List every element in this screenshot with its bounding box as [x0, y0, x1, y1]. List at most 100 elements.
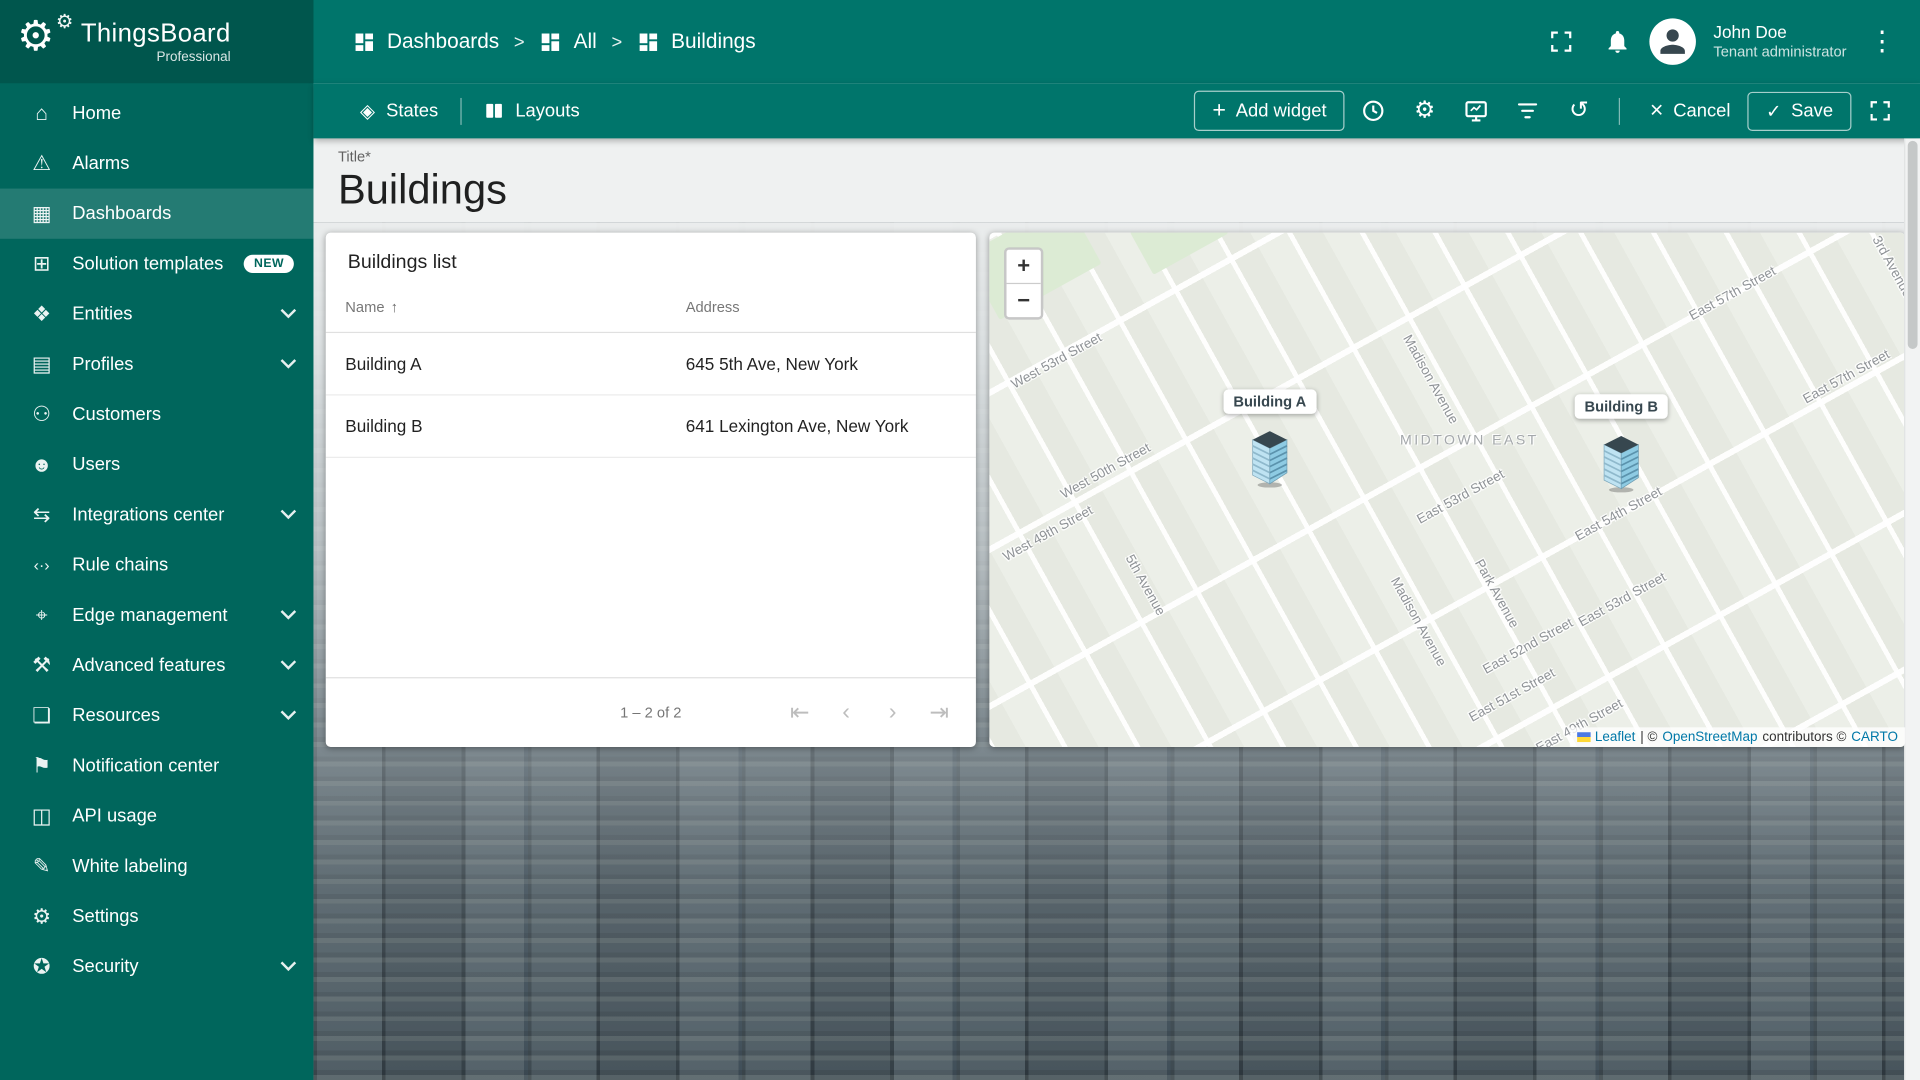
table-row[interactable]: Building A 645 5th Ave, New York — [325, 332, 976, 396]
last-page-button[interactable]: ⇥ — [920, 693, 959, 732]
sidebar-item-solution-templates[interactable]: ⊞ Solution templates NEW — [0, 239, 313, 289]
dashboard-settings-button[interactable]: ⚙ — [1401, 89, 1448, 133]
time-window-button[interactable] — [1350, 89, 1397, 133]
street-label: East 51st Street — [1466, 665, 1558, 726]
street-label: East 57th Street — [1686, 264, 1779, 324]
chevron-down-icon — [280, 654, 297, 670]
add-widget-label: Add widget — [1235, 100, 1327, 122]
sidebar-item-dashboards[interactable]: ▦ Dashboards — [0, 188, 314, 239]
street-label: East 54th Street — [1572, 484, 1665, 545]
chevron-down-icon — [280, 302, 297, 319]
column-label: Address — [685, 298, 740, 317]
logo[interactable]: ⚙ ⚙ ThingsBoard Professional — [0, 0, 314, 84]
entities-icon: ❖ — [32, 301, 51, 326]
save-button[interactable]: ✓ Save — [1747, 91, 1852, 131]
dashboards-icon: ▦ — [31, 201, 52, 225]
park-area — [1129, 232, 1229, 275]
filter-icon — [1517, 103, 1538, 119]
version-history-button[interactable]: ↺ — [1556, 89, 1603, 133]
layouts-button[interactable]: Layouts — [474, 93, 590, 129]
sidebar-item-label: Rule chains — [72, 554, 169, 576]
sidebar-item-settings[interactable]: ⚙ Settings — [0, 891, 313, 941]
table-header-row: Name ↑ Address — [325, 286, 976, 334]
sidebar-item-label: Home — [72, 102, 122, 124]
sidebar-item-profiles[interactable]: ▤ Profiles — [0, 339, 313, 389]
add-widget-button[interactable]: + Add widget — [1193, 90, 1345, 132]
leaflet-link[interactable]: Leaflet — [1595, 730, 1635, 745]
buildings-table: Name ↑ Address Building A 645 5th Ave, Ne… — [325, 286, 976, 459]
filters-button[interactable] — [1504, 89, 1551, 133]
breadcrumb-item-dashboards[interactable]: Dashboards — [353, 29, 499, 53]
sidebar-item-edge-management[interactable]: ⌖ Edge management — [0, 590, 313, 640]
sidebar-item-security[interactable]: ✪ Security — [0, 942, 313, 992]
user-info[interactable]: John Doe Tenant administrator — [1713, 21, 1846, 62]
sidebar-item-notification-center[interactable]: ⚑ Notification center — [0, 741, 313, 791]
bell-icon — [1608, 30, 1627, 53]
scrollbar-thumb[interactable] — [1907, 140, 1918, 349]
sidebar-item-label: Dashboards — [72, 203, 172, 225]
sidebar-item-advanced-features[interactable]: ⚒ Advanced features — [0, 640, 313, 690]
vertical-scrollbar[interactable] — [1904, 138, 1920, 1080]
street-label: East 52nd Street — [1480, 615, 1576, 678]
zoom-out-button[interactable]: − — [1006, 282, 1041, 317]
cancel-button[interactable]: × Cancel — [1638, 92, 1743, 130]
leaflet-map[interactable]: West 53rd Street West 50th Street West 4… — [989, 232, 1906, 748]
openstreetmap-link[interactable]: OpenStreetMap — [1662, 730, 1757, 745]
building-icon — [1603, 436, 1639, 493]
users-icon: ☻ — [30, 452, 53, 476]
cell-name: Building A — [325, 332, 667, 396]
fullscreen-icon — [1869, 101, 1890, 121]
save-label: Save — [1791, 100, 1834, 122]
breadcrumb-item-buildings[interactable]: Buildings — [637, 29, 756, 53]
sidebar-item-customers[interactable]: ⚇ Customers — [0, 389, 313, 439]
street-label: West 53rd Street — [1009, 330, 1105, 393]
sidebar-item-label: White labeling — [72, 855, 188, 877]
chevron-down-icon — [280, 604, 297, 620]
breadcrumb-label: All — [573, 29, 597, 53]
paginator: 1 – 2 of 2 ⇤ ‹ › ⇥ — [325, 677, 976, 747]
sidebar-item-label: Customers — [72, 404, 162, 425]
street-label: Park Avenue — [1471, 557, 1522, 631]
sidebar-item-home[interactable]: ⌂ Home — [0, 88, 313, 138]
breadcrumb-item-all[interactable]: All — [539, 29, 597, 53]
sidebar-item-resources[interactable]: ❏ Resources — [0, 691, 313, 741]
toolbar-actions: + Add widget ⚙ ↺ × Cancel ✓ Save — [1193, 89, 1903, 133]
dashboard-title-field[interactable]: Title* Buildings — [313, 138, 1920, 223]
entity-aliases-button[interactable] — [1453, 89, 1500, 133]
more-menu-button[interactable]: ⋮ — [1861, 17, 1903, 66]
chevron-down-icon — [280, 503, 297, 520]
first-page-button[interactable]: ⇤ — [780, 693, 819, 732]
sidebar-item-users[interactable]: ☻ Users — [0, 440, 313, 490]
next-page-button[interactable]: › — [873, 693, 912, 732]
zoom-in-button[interactable]: + — [1007, 250, 1041, 283]
fullscreen-button[interactable] — [1537, 17, 1586, 66]
dashboard-grid-icon — [542, 32, 560, 51]
sidebar-item-alarms[interactable]: ⚠ Alarms — [0, 138, 313, 188]
sidebar-item-entities[interactable]: ❖ Entities — [0, 289, 313, 339]
main-area: Dashboards > All > Buildings John Doe Te… — [313, 0, 1920, 1080]
carto-link[interactable]: CARTO — [1851, 730, 1898, 745]
marker-label: Building A — [1223, 389, 1317, 414]
table-row[interactable]: Building B 641 Lexington Ave, New York — [325, 395, 976, 459]
column-header-name[interactable]: Name ↑ — [325, 286, 667, 334]
buildings-list-widget[interactable]: Buildings list Name ↑ Address Building A… — [325, 232, 976, 748]
notifications-button[interactable] — [1593, 17, 1642, 66]
sidebar-item-rule-chains[interactable]: ‹·› Rule chains — [0, 540, 313, 590]
range-label: 1 – 2 of 2 — [620, 704, 682, 722]
layouts-label: Layouts — [515, 100, 580, 122]
sidebar-item-white-labeling[interactable]: ✎ White labeling — [0, 841, 313, 891]
sidebar-item-label: Solution templates — [72, 253, 224, 275]
integrations-icon: ⇆ — [32, 502, 51, 526]
solution-templates-icon: ⊞ — [32, 251, 51, 275]
sidebar-item-label: Edge management — [72, 604, 228, 626]
advanced-features-icon: ⚒ — [32, 653, 51, 677]
previous-page-button[interactable]: ‹ — [827, 693, 866, 732]
column-header-address[interactable]: Address — [666, 286, 976, 334]
sidebar-item-api-usage[interactable]: ◫ API usage — [0, 791, 313, 841]
states-button[interactable]: ◈ States — [350, 91, 448, 130]
avatar[interactable] — [1649, 18, 1697, 65]
sidebar-item-label: Resources — [72, 705, 161, 727]
sidebar-item-label: Entities — [72, 303, 133, 325]
sidebar-item-integrations-center[interactable]: ⇆ Integrations center — [0, 490, 313, 540]
toolbar-fullscreen-button[interactable] — [1856, 89, 1903, 133]
